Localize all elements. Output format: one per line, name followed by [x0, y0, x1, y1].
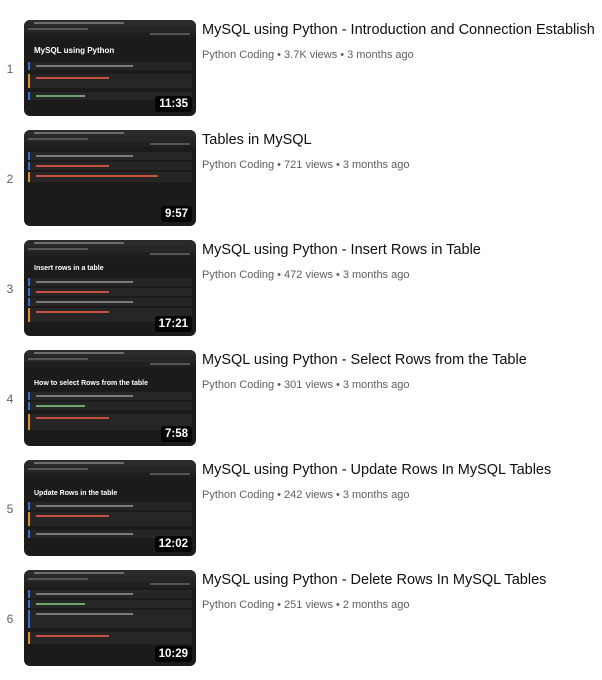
- upload-age: 2 months ago: [342, 599, 410, 611]
- video-title[interactable]: MySQL using Python - Delete Rows In MySQ…: [202, 571, 600, 589]
- channel-name[interactable]: Python Coding: [202, 599, 274, 611]
- video-duration: 17:21: [154, 316, 192, 332]
- thumbnail-slide-title: How to select Rows from the table: [34, 380, 148, 387]
- meta-separator: •: [277, 599, 282, 611]
- item-index: 4: [6, 392, 14, 406]
- view-count: 3.7K views: [284, 49, 338, 61]
- meta-separator: •: [277, 159, 282, 171]
- video-thumbnail[interactable]: MySQL using Python 11:35: [24, 20, 196, 116]
- thumbnail-slide-title: Insert rows in a table: [34, 265, 104, 272]
- view-count: 472 views: [284, 269, 333, 281]
- playlist: 1 MySQL using Python 11:35 MySQL using P…: [0, 0, 602, 680]
- upload-age: 3 months ago: [347, 49, 414, 61]
- playlist-item[interactable]: 3 Insert rows in a table 17:21 MySQL usi…: [0, 240, 602, 340]
- upload-age: 3 months ago: [342, 159, 410, 171]
- playlist-item[interactable]: 1 MySQL using Python 11:35 MySQL using P…: [0, 20, 602, 120]
- meta-separator: •: [277, 379, 282, 391]
- channel-name[interactable]: Python Coding: [202, 269, 274, 281]
- video-title[interactable]: Tables in MySQL: [202, 131, 600, 149]
- video-title[interactable]: MySQL using Python - Select Rows from th…: [202, 351, 600, 369]
- video-meta: Python Coding • 251 views • 2 months ago: [202, 598, 600, 612]
- video-meta: Python Coding • 472 views • 3 months ago: [202, 268, 600, 282]
- video-title[interactable]: MySQL using Python - Introduction and Co…: [202, 21, 600, 39]
- channel-name[interactable]: Python Coding: [202, 379, 274, 391]
- item-index: 1: [6, 62, 14, 76]
- playlist-item[interactable]: 5 Update Rows in the table 12:02 MySQL u…: [0, 460, 602, 560]
- item-index: 6: [6, 612, 14, 626]
- video-title[interactable]: MySQL using Python - Insert Rows in Tabl…: [202, 241, 600, 259]
- thumbnail-slide-title: MySQL using Python: [34, 46, 115, 55]
- video-meta: Python Coding • 242 views • 3 months ago: [202, 488, 600, 502]
- video-duration: 12:02: [154, 536, 192, 552]
- upload-age: 3 months ago: [342, 489, 410, 501]
- video-duration: 9:57: [160, 206, 192, 222]
- thumbnail-slide-title: Update Rows in the table: [34, 490, 118, 497]
- channel-name[interactable]: Python Coding: [202, 489, 274, 501]
- meta-separator: •: [340, 49, 345, 61]
- meta-separator: •: [335, 379, 340, 391]
- item-index: 5: [6, 502, 14, 516]
- video-thumbnail[interactable]: Update Rows in the table 12:02: [24, 460, 196, 556]
- channel-name[interactable]: Python Coding: [202, 49, 274, 61]
- channel-name[interactable]: Python Coding: [202, 159, 274, 171]
- video-duration: 11:35: [155, 96, 192, 112]
- video-duration: 7:58: [160, 426, 192, 442]
- video-duration: 10:29: [154, 646, 192, 662]
- video-thumbnail[interactable]: 10:29: [24, 570, 196, 666]
- video-thumbnail[interactable]: Insert rows in a table 17:21: [24, 240, 196, 336]
- playlist-item[interactable]: 2 9:57 Tables in MySQL Python Coding • 721…: [0, 130, 602, 230]
- meta-separator: •: [335, 269, 340, 281]
- meta-separator: •: [277, 49, 282, 61]
- upload-age: 3 months ago: [342, 269, 410, 281]
- playlist-item[interactable]: 4 How to select Rows from the table 7:58…: [0, 350, 602, 450]
- view-count: 251 views: [284, 599, 333, 611]
- video-meta: Python Coding • 721 views • 3 months ago: [202, 158, 600, 172]
- view-count: 301 views: [284, 379, 333, 391]
- video-thumbnail[interactable]: 9:57: [24, 130, 196, 226]
- video-meta: Python Coding • 3.7K views • 3 months ago: [202, 48, 600, 62]
- view-count: 242 views: [284, 489, 333, 501]
- meta-separator: •: [277, 269, 282, 281]
- video-thumbnail[interactable]: How to select Rows from the table 7:58: [24, 350, 196, 446]
- item-index: 3: [6, 282, 14, 296]
- meta-separator: •: [335, 599, 340, 611]
- upload-age: 3 months ago: [342, 379, 410, 391]
- meta-separator: •: [277, 489, 282, 501]
- meta-separator: •: [335, 489, 340, 501]
- item-index: 2: [6, 172, 14, 186]
- meta-separator: •: [335, 159, 340, 171]
- video-meta: Python Coding • 301 views • 3 months ago: [202, 378, 600, 392]
- view-count: 721 views: [284, 159, 333, 171]
- playlist-item[interactable]: 6 10:29 MySQL using Python - Delete Rows…: [0, 570, 602, 670]
- video-title[interactable]: MySQL using Python - Update Rows In MySQ…: [202, 461, 600, 479]
